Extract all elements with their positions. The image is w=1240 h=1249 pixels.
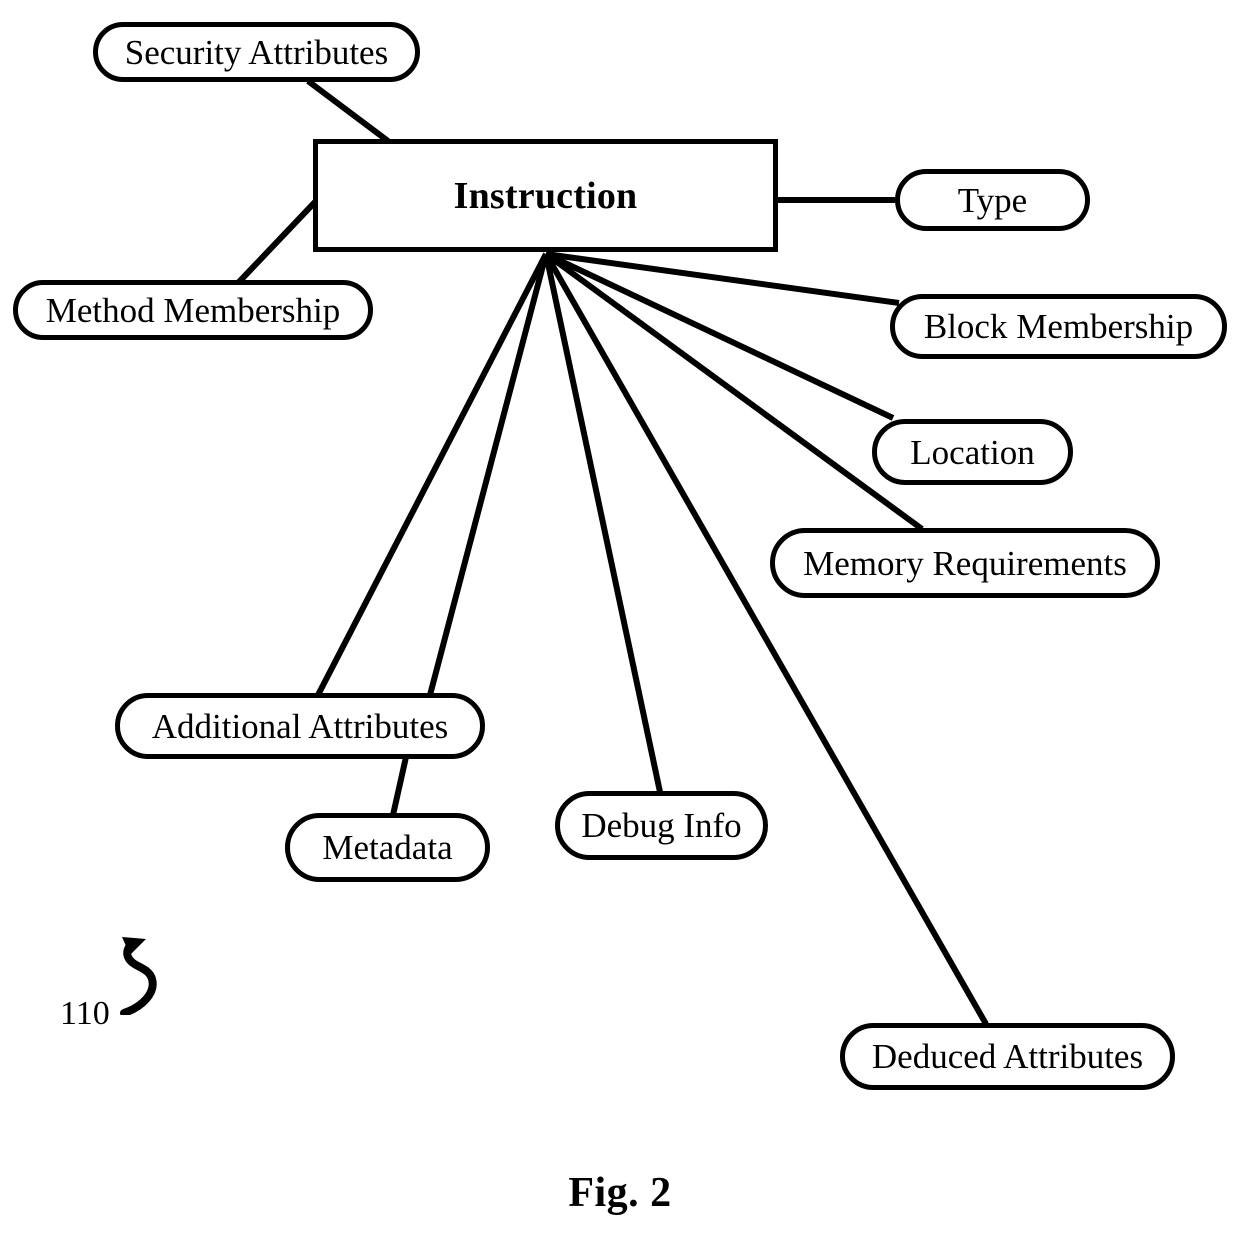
reference-numeral-text: 110 — [60, 995, 110, 1032]
node-memory-requirements-label: Memory Requirements — [803, 543, 1127, 583]
node-security-attributes[interactable]: Security Attributes — [93, 22, 420, 82]
node-additional-attributes-label: Additional Attributes — [151, 706, 449, 746]
figure-caption: Fig. 2 — [568, 1170, 672, 1216]
node-metadata[interactable]: Metadata — [285, 813, 490, 882]
node-deduced-attributes[interactable]: Deduced Attributes — [840, 1023, 1175, 1090]
node-method-membership[interactable]: Method Membership — [13, 280, 373, 340]
node-location-label: Location — [910, 432, 1035, 472]
reference-lead-squiggle-icon — [120, 937, 157, 1015]
node-type-label: Type — [957, 180, 1028, 220]
node-debug-info[interactable]: Debug Info — [555, 791, 768, 860]
node-additional-attributes[interactable]: Additional Attributes — [115, 693, 485, 759]
node-security-attributes-label: Security Attributes — [124, 32, 389, 72]
node-debug-info-label: Debug Info — [581, 806, 742, 845]
reference-numeral-110: 110 — [60, 935, 180, 1045]
node-metadata-label: Metadata — [322, 828, 453, 867]
node-type[interactable]: Type — [895, 169, 1090, 231]
node-instruction-label: Instruction — [453, 174, 638, 217]
node-block-membership-label: Block Membership — [923, 307, 1194, 346]
node-layer: Instruction Security Attributes Type Metho… — [0, 0, 1240, 1249]
node-method-membership-label: Method Membership — [45, 290, 341, 330]
node-block-membership[interactable]: Block Membership — [890, 294, 1227, 359]
node-instruction[interactable]: Instruction — [313, 139, 778, 252]
node-location[interactable]: Location — [872, 419, 1073, 485]
node-memory-requirements[interactable]: Memory Requirements — [770, 528, 1160, 598]
node-deduced-attributes-label: Deduced Attributes — [871, 1037, 1144, 1076]
figure-canvas: Instruction Security Attributes Type Metho… — [0, 0, 1240, 1249]
